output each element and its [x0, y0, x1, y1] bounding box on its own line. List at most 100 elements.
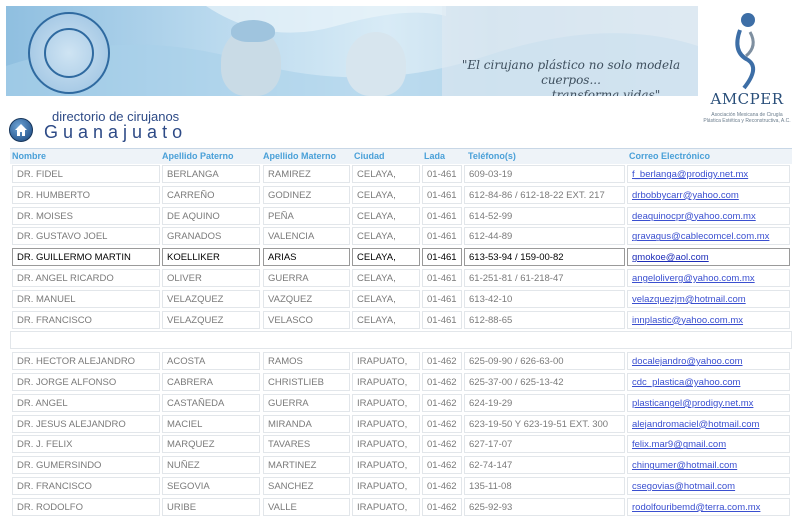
apellido-materno-cell: RAMOS: [263, 352, 350, 371]
lada-cell: 01-461: [422, 310, 462, 329]
apellido-paterno-cell: VELAZQUEZ: [162, 289, 260, 308]
nombre-cell: DR. FRANCISCO: [12, 477, 160, 495]
nombre-cell: DR. GUSTAVO JOEL: [12, 227, 160, 246]
apellido-materno-cell: MARTINEZ: [263, 456, 350, 475]
email-link[interactable]: cdc_plastica@yahoo.com: [632, 377, 740, 388]
email-link[interactable]: alejandromaciel@hotmail.com: [632, 419, 759, 430]
surgeon-image-2: [346, 32, 406, 96]
table-row: DR. GUMERSINDO NUÑEZ MARTINEZ IRAPUATO, 01-4…: [10, 456, 792, 476]
apellido-paterno-cell: CASTAÑEDA: [162, 393, 260, 412]
table-row: DR. MANUEL VELAZQUEZ VAZQUEZ CELAYA, 01-461 6…: [10, 289, 792, 310]
apellido-materno-cell: GUERRA: [263, 269, 350, 287]
ciudad-cell: CELAYA,: [352, 185, 420, 204]
correo-cell: velazquezjm@hotmail.com: [627, 289, 790, 308]
quote-line-2: transforma vidas": [551, 88, 661, 96]
ciudad-cell: IRAPUATO,: [352, 456, 420, 475]
email-link[interactable]: felix.mar9@gmail.com: [632, 439, 726, 450]
telefono-cell: 62-74-147: [464, 456, 625, 475]
telefono-cell: 61-251-81 / 61-218-47: [464, 269, 625, 287]
lada-cell: 01-461: [422, 248, 462, 267]
email-link[interactable]: drbobbycarr@yahoo.com: [632, 190, 739, 201]
table-row: DR. GUILLERMO MARTIN KOELLIKER ARIAS CELAYA…: [10, 248, 792, 268]
table-row: DR. J. FELIX MARQUEZ TAVARES IRAPUATO, 01-46…: [10, 435, 792, 455]
telefono-cell: 612-88-65: [464, 310, 625, 329]
apellido-materno-cell: VELASCO: [263, 310, 350, 329]
nombre-cell: DR. JESUS ALEJANDRO: [12, 414, 160, 433]
ciudad-cell: IRAPUATO,: [352, 414, 420, 433]
email-link[interactable]: deaquinocpr@yahoo.com.mx: [632, 211, 756, 222]
column-header-telefono: Teléfono(s): [468, 151, 516, 161]
lada-cell: 01-461: [422, 165, 462, 183]
apellido-paterno-cell: MARQUEZ: [162, 435, 260, 454]
banner-quote: "El cirujano plástico no solo modela cue…: [446, 58, 696, 96]
email-link[interactable]: angeloliverg@yahoo.com.mx: [632, 273, 755, 284]
apellido-paterno-cell: NUÑEZ: [162, 456, 260, 475]
lada-cell: 01-461: [422, 206, 462, 225]
apellido-paterno-cell: DE AQUINO: [162, 206, 260, 225]
telefono-cell: 613-53-94 / 159-00-82: [464, 248, 625, 267]
nombre-cell: DR. MOISES: [12, 206, 160, 225]
surgeon-cap-image: [231, 20, 275, 42]
table-row: DR. ANGEL CASTAÑEDA GUERRA IRAPUATO, 01-462 6…: [10, 393, 792, 414]
correo-cell: chingumer@hotmail.com: [627, 456, 790, 475]
email-link[interactable]: csegovias@hotmail.com: [632, 481, 735, 492]
email-link[interactable]: plasticangel@prodigy.net.mx: [632, 398, 753, 409]
apellido-paterno-cell: GRANADOS: [162, 227, 260, 246]
apellido-materno-cell: GODINEZ: [263, 185, 350, 204]
apellido-materno-cell: PEÑA: [263, 206, 350, 225]
apellido-paterno-cell: CARREÑO: [162, 185, 260, 204]
amcper-logo[interactable]: AMCPER Asociación Mexicana de Cirugía Pl…: [700, 6, 794, 126]
apellido-paterno-cell: ACOSTA: [162, 352, 260, 371]
table-row: DR. JORGE ALFONSO CABRERA CHRISTLIEB IRAPUA…: [10, 373, 792, 393]
ciudad-cell: IRAPUATO,: [352, 497, 420, 516]
apellido-materno-cell: CHRISTLIEB: [263, 373, 350, 391]
correo-cell: gmokoe@aol.com: [627, 248, 790, 267]
ciudad-cell: CELAYA,: [352, 227, 420, 246]
ciudad-cell: IRAPUATO,: [352, 373, 420, 391]
table-header: Nombre Apellido Paterno Apellido Materno…: [10, 148, 792, 164]
email-link[interactable]: gmokoe@aol.com: [632, 252, 709, 263]
correo-cell: gravagus@cablecomcel.com.mx: [627, 227, 790, 246]
telefono-cell: 612-44-89: [464, 227, 625, 246]
telefono-cell: 627-17-07: [464, 435, 625, 454]
nombre-cell: DR. RODOLFO: [12, 497, 160, 516]
table-row: DR. ANGEL RICARDO OLIVER GUERRA CELAYA, 01-4…: [10, 269, 792, 289]
email-link[interactable]: docalejandro@yahoo.com: [632, 356, 743, 367]
email-link[interactable]: innplastic@yahoo.com.mx: [632, 315, 743, 326]
nombre-cell: DR. JORGE ALFONSO: [12, 373, 160, 391]
email-link[interactable]: chingumer@hotmail.com: [632, 460, 737, 471]
ciudad-cell: IRAPUATO,: [352, 352, 420, 371]
ciudad-cell: CELAYA,: [352, 289, 420, 308]
correo-cell: deaquinocpr@yahoo.com.mx: [627, 206, 790, 225]
group-separator-row: [10, 331, 792, 350]
email-link[interactable]: gravagus@cablecomcel.com.mx: [632, 231, 769, 242]
ciudad-cell: CELAYA,: [352, 269, 420, 287]
ciudad-cell: CELAYA,: [352, 248, 420, 267]
email-link[interactable]: velazquezjm@hotmail.com: [632, 294, 746, 305]
telefono-cell: 609-03-19: [464, 165, 625, 183]
email-link[interactable]: rodolfouribemd@terra.com.mx: [632, 502, 760, 513]
apellido-materno-cell: VALLE: [263, 497, 350, 516]
nombre-cell: DR. GUILLERMO MARTIN: [12, 248, 160, 267]
lada-cell: 01-461: [422, 227, 462, 246]
correo-cell: felix.mar9@gmail.com: [627, 435, 790, 454]
lada-cell: 01-462: [422, 477, 462, 495]
home-button[interactable]: [9, 118, 33, 142]
column-header-apellido-paterno: Apellido Paterno: [162, 151, 234, 161]
telefono-cell: 625-09-90 / 626-63-00: [464, 352, 625, 371]
table-row: DR. MOISES DE AQUINO PEÑA CELAYA, 01-461 614-…: [10, 206, 792, 227]
apellido-materno-cell: ARIAS: [263, 248, 350, 267]
nombre-cell: DR. ANGEL RICARDO: [12, 269, 160, 287]
correo-cell: cdc_plastica@yahoo.com: [627, 373, 790, 391]
nombre-cell: DR. ANGEL: [12, 393, 160, 412]
column-header-correo: Correo Electrónico: [629, 151, 711, 161]
telefono-cell: 614-52-99: [464, 206, 625, 225]
apellido-paterno-cell: MACIEL: [162, 414, 260, 433]
lada-cell: 01-462: [422, 497, 462, 516]
telefono-cell: 624-19-29: [464, 393, 625, 412]
email-link[interactable]: f_berlanga@prodigy.net.mx: [632, 169, 748, 180]
apellido-materno-cell: TAVARES: [263, 435, 350, 454]
column-header-nombre: Nombre: [12, 151, 47, 161]
telefono-cell: 623-19-50 Y 623-19-51 EXT. 300: [464, 414, 625, 433]
table-row: DR. JESUS ALEJANDRO MACIEL MIRANDA IRAPUATO…: [10, 414, 792, 435]
